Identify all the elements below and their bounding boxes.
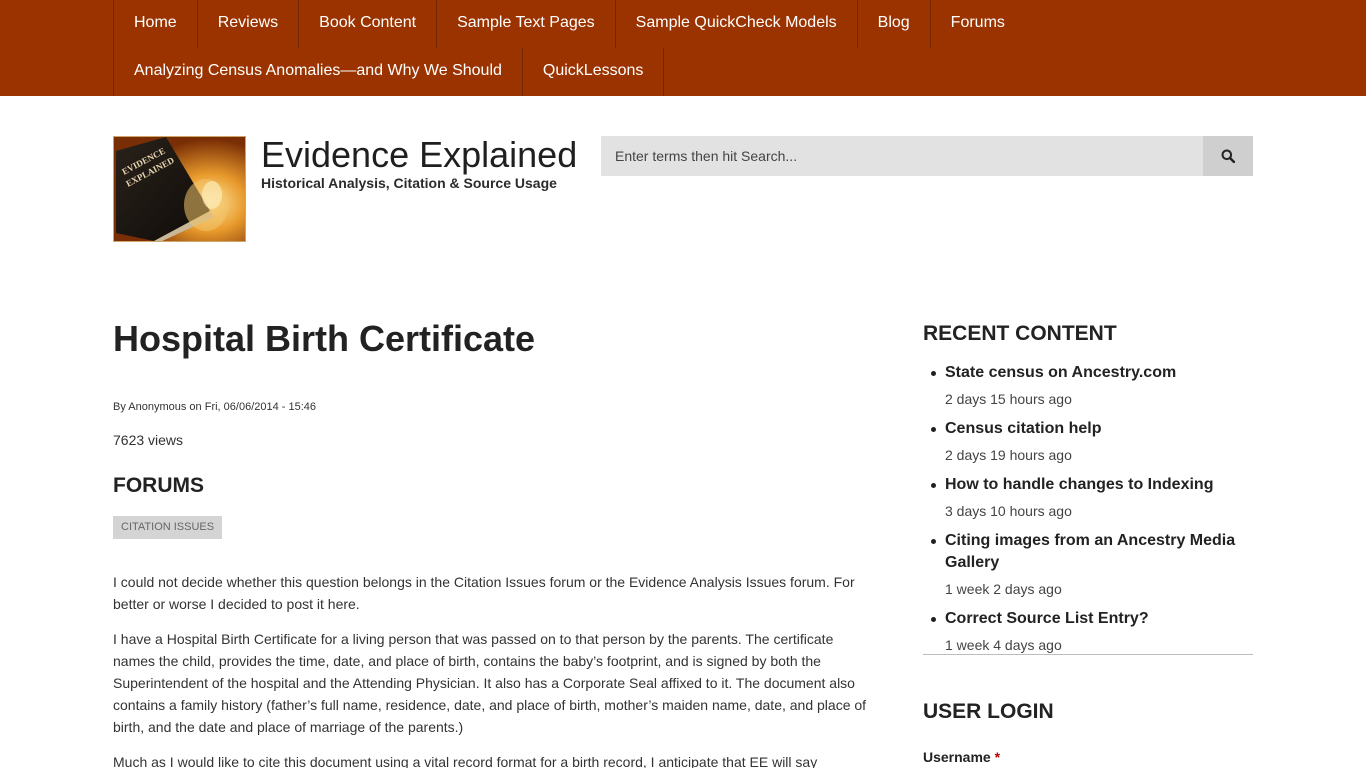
view-count: 7623 views (113, 432, 184, 448)
nav-forums[interactable]: Forums (929, 0, 1025, 48)
list-item: State census on Ancestry.com 2 days 15 h… (923, 362, 1253, 410)
nav-reviews[interactable]: Reviews (196, 0, 298, 48)
list-item: How to handle changes to Indexing 3 days… (923, 474, 1253, 522)
article-body: I could not decide whether this question… (113, 571, 869, 768)
article-paragraph: I have a Hospital Birth Certificate for … (113, 631, 867, 735)
nav-quicklessons[interactable]: QuickLessons (521, 48, 665, 96)
site-logo[interactable]: EVIDENCE EXPLAINED (113, 136, 246, 242)
nav-home[interactable]: Home (113, 0, 197, 48)
nav-sample-quickcheck-models[interactable]: Sample QuickCheck Models (614, 0, 857, 48)
recent-content-list: State census on Ancestry.com 2 days 15 h… (923, 362, 1253, 664)
user-login-heading: USER LOGIN (923, 700, 1054, 723)
nav-analyzing-census-anomalies[interactable]: Analyzing Census Anomalies—and Why We Sh… (113, 48, 522, 96)
list-item: Census citation help 2 days 19 hours ago (923, 418, 1253, 466)
recent-content-time: 1 week 2 days ago (945, 581, 1062, 597)
bullet (931, 483, 936, 488)
nav-row-primary: Home Reviews Book Content Sample Text Pa… (113, 0, 1025, 48)
recent-content-time: 2 days 19 hours ago (945, 447, 1072, 463)
bullet (931, 539, 936, 544)
recent-content-time: 2 days 15 hours ago (945, 391, 1072, 407)
bullet (931, 617, 936, 622)
forums-heading: FORUMS (113, 474, 204, 497)
recent-content-link[interactable]: State census on Ancestry.com (945, 362, 1253, 384)
recent-content-link[interactable]: How to handle changes to Indexing (945, 474, 1253, 496)
book-cover-image: EVIDENCE EXPLAINED (114, 137, 245, 241)
recent-content-heading: RECENT CONTENT (923, 322, 1117, 345)
nav-book-content[interactable]: Book Content (298, 0, 436, 48)
nav-sample-text-pages[interactable]: Sample Text Pages (436, 0, 615, 48)
username-label-text: Username (923, 749, 991, 765)
page-title: Hospital Birth Certificate (113, 318, 536, 359)
recent-content-time: 3 days 10 hours ago (945, 503, 1072, 519)
bullet (931, 371, 936, 376)
required-marker: * (994, 749, 1001, 765)
search-button[interactable] (1203, 136, 1253, 176)
bullet (931, 427, 936, 432)
recent-content-link[interactable]: Citing images from an Ancestry Media Gal… (945, 530, 1253, 574)
search-input[interactable] (601, 136, 1203, 176)
list-item: Citing images from an Ancestry Media Gal… (923, 530, 1253, 600)
recent-content-link[interactable]: Correct Source List Entry? (945, 608, 1253, 630)
nav-inner: Home Reviews Book Content Sample Text Pa… (113, 0, 1253, 96)
nav-row-secondary: Analyzing Census Anomalies—and Why We Sh… (113, 48, 665, 96)
article-paragraph: Much as I would like to cite this docume… (113, 754, 818, 768)
recent-content-time: 1 week 4 days ago (945, 637, 1062, 653)
search-icon (1221, 149, 1235, 163)
recent-content-link[interactable]: Census citation help (945, 418, 1253, 440)
sidebar-divider (923, 654, 1253, 655)
list-item: Correct Source List Entry? 1 week 4 days… (923, 608, 1253, 656)
site-slogan: Historical Analysis, Citation & Source U… (261, 175, 557, 191)
forum-tag-citation-issues[interactable]: CITATION ISSUES (113, 516, 223, 539)
submitted-by: By Anonymous on Fri, 06/06/2014 - 15:46 (113, 401, 317, 413)
article-paragraph: I could not decide whether this question… (113, 574, 855, 612)
nav-blog[interactable]: Blog (856, 0, 930, 48)
username-label: Username * (923, 749, 1000, 765)
site-name[interactable]: Evidence Explained (261, 134, 577, 176)
top-navigation: Home Reviews Book Content Sample Text Pa… (0, 0, 1366, 96)
